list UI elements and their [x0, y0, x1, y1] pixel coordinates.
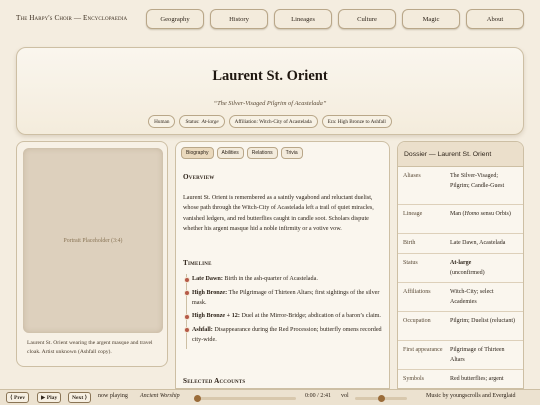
timeline-era: Late Dawn:	[192, 276, 223, 282]
timeline-heading: Timeline	[183, 259, 212, 267]
timeline-era: Ashfall:	[192, 326, 213, 333]
timeline-era: High Bronze + 12:	[192, 313, 240, 320]
tab-abilities[interactable]: Abilities	[216, 147, 244, 159]
timeline-dot-icon	[184, 290, 190, 297]
timeline-list: Late Dawn: Birth in the ash-quarter of A…	[184, 274, 387, 349]
dossier-key: Status	[403, 260, 418, 266]
dossier-value: At-large (unconfirmed)	[445, 254, 523, 282]
volume-knob[interactable]	[377, 395, 385, 402]
lineage-pre: Man (	[450, 211, 465, 217]
article-panel: Biography Abilities Relations Trivia Ove…	[175, 141, 390, 389]
hero-card: Laurent St. Orient “The Silver-Visaged P…	[16, 47, 524, 135]
tag-chips: Human Status: At-large Affiliation: Witc…	[17, 115, 523, 128]
dossier-value: Pilgrim; Duelist (reluctant)	[450, 318, 515, 324]
nav-culture[interactable]: Culture	[338, 9, 396, 29]
next-button[interactable]: Next ⟩	[68, 392, 92, 403]
dossier-value: Man (Homo sensu Orbis)	[445, 205, 523, 233]
dossier-row-aliases: Aliases The Silver-Visaged; Pilgrim; Can…	[398, 167, 523, 205]
timeline-text: Disappearance during the Red Procession;…	[192, 326, 382, 344]
nav-lineages[interactable]: Lineages	[274, 9, 332, 29]
dossier-key: Occupation	[403, 318, 431, 324]
dossier-row-first-appearance: First appearance Pilgrimage of Thirteen …	[398, 341, 523, 370]
timeline-item: Late Dawn: Birth in the ash-quarter of A…	[184, 274, 387, 284]
dossier-value: Witch-City; select Academies	[450, 289, 494, 305]
timeline-item: High Bronze: The Pilgrimage of Thirteen …	[184, 288, 387, 308]
music-player: ⟨ Prev ▶ Play Next ⟩ now playing Ancient…	[0, 389, 540, 405]
chip-status: Status: At-large	[179, 115, 225, 128]
dossier-row-affiliations: Affiliations Witch-City; select Academie…	[398, 283, 523, 312]
dossier-panel: Dossier — Laurent St. Orient Aliases The…	[397, 141, 524, 389]
dossier-row-status: Status At-large (unconfirmed)	[398, 254, 523, 283]
dossier-key: Affiliations	[403, 289, 431, 295]
chip-status-key: Status:	[185, 118, 200, 125]
nav-magic[interactable]: Magic	[402, 9, 460, 29]
status-value: At-large	[450, 260, 472, 266]
tab-biography[interactable]: Biography	[181, 147, 214, 159]
chip-status-value: At-large	[201, 118, 219, 125]
timeline-item: High Bronze + 12: Duel at the Mirror-Bri…	[184, 311, 387, 321]
timeline-era: High Bronze:	[192, 289, 228, 296]
dossier-title: Dossier — Laurent St. Orient	[398, 142, 523, 167]
prev-button[interactable]: ⟨ Prev	[6, 392, 30, 403]
volume-label: vol	[341, 393, 349, 399]
article-tabs: Biography Abilities Relations Trivia	[181, 147, 303, 159]
portrait-card: Portrait Placeholder (3:4) Laurent St. O…	[16, 141, 168, 367]
page-title: Laurent St. Orient	[212, 68, 328, 84]
timeline-item: Ashfall: Disappearance during the Red Pr…	[184, 325, 387, 345]
timeline-text: Birth in the ash-quarter of Acastelada.	[222, 276, 318, 282]
chip-affiliation: Affiliation: Witch-City of Acastelada	[228, 115, 318, 128]
chip-era: Era: High Bronze to Ashfall	[321, 115, 392, 128]
top-nav: The Harpy's Choir — Encyclopaedia Geogra…	[0, 0, 540, 40]
portrait-image: Portrait Placeholder (3:4)	[23, 148, 163, 333]
dossier-value: Red butterflies; argent	[450, 376, 504, 382]
chip-human: Human	[148, 115, 176, 128]
now-playing-label: now playing	[98, 393, 128, 399]
timeline-text: Duel at the Mirror-Bridge; abdication of…	[239, 313, 381, 320]
timeline-dot-icon	[184, 313, 190, 320]
portrait-caption: Laurent St. Orient wearing the argent ma…	[27, 340, 153, 355]
overview-text: Laurent St. Orient is remembered as a sa…	[183, 195, 374, 233]
nav-geography[interactable]: Geography	[146, 9, 204, 29]
portrait-placeholder-label: Portrait Placeholder (3:4)	[63, 237, 123, 244]
track-name: Ancient Worship	[140, 393, 180, 399]
nav-history[interactable]: History	[210, 9, 268, 29]
overview-heading: Overview	[183, 173, 215, 181]
dossier-value: The Silver-Visaged; Pilgrim; Candle-Gues…	[450, 173, 505, 189]
lineage-post: sensu Orbis)	[479, 211, 511, 217]
seek-knob[interactable]	[194, 395, 201, 402]
time-readout: 0:00 / 2:41	[305, 393, 332, 399]
play-button[interactable]: ▶ Play	[37, 392, 62, 403]
timeline-dot-icon	[184, 327, 190, 334]
dossier-row-lineage: Lineage Man (Homo sensu Orbis)	[398, 205, 523, 234]
volume-track[interactable]	[355, 395, 407, 402]
music-credit: Music by youngscrolls and Everglaid	[426, 393, 516, 399]
dossier-value: Late Dawn, Acastelada	[450, 240, 506, 246]
nav-about[interactable]: About	[466, 9, 524, 29]
dossier-key: Lineage	[403, 211, 423, 217]
lineage-genus: Homo	[464, 211, 480, 217]
dossier-value: Pilgrimage of Thirteen Altars	[450, 347, 505, 363]
timeline-dot-icon	[184, 276, 190, 283]
dossier-key: Aliases	[403, 173, 421, 179]
dossier-key: First appearance	[403, 347, 443, 353]
accounts-heading: Selected Accounts	[183, 377, 246, 385]
dossier-key: Symbols	[403, 376, 425, 382]
page-subtitle: “The Silver-Visaged Pilgrim of Acastelad…	[213, 100, 327, 107]
status-note: (unconfirmed)	[450, 269, 485, 276]
seek-track[interactable]	[194, 395, 296, 402]
tab-relations[interactable]: Relations	[246, 147, 278, 159]
dossier-row-symbols: Symbols Red butterflies; argent	[398, 370, 523, 388]
dossier-row-occupation: Occupation Pilgrim; Duelist (reluctant)	[398, 312, 523, 341]
tab-trivia[interactable]: Trivia	[280, 147, 303, 159]
dossier-key: Birth	[403, 240, 416, 246]
dossier-row-birth: Birth Late Dawn, Acastelada	[398, 234, 523, 254]
site-brand[interactable]: The Harpy's Choir — Encyclopaedia	[16, 14, 127, 22]
